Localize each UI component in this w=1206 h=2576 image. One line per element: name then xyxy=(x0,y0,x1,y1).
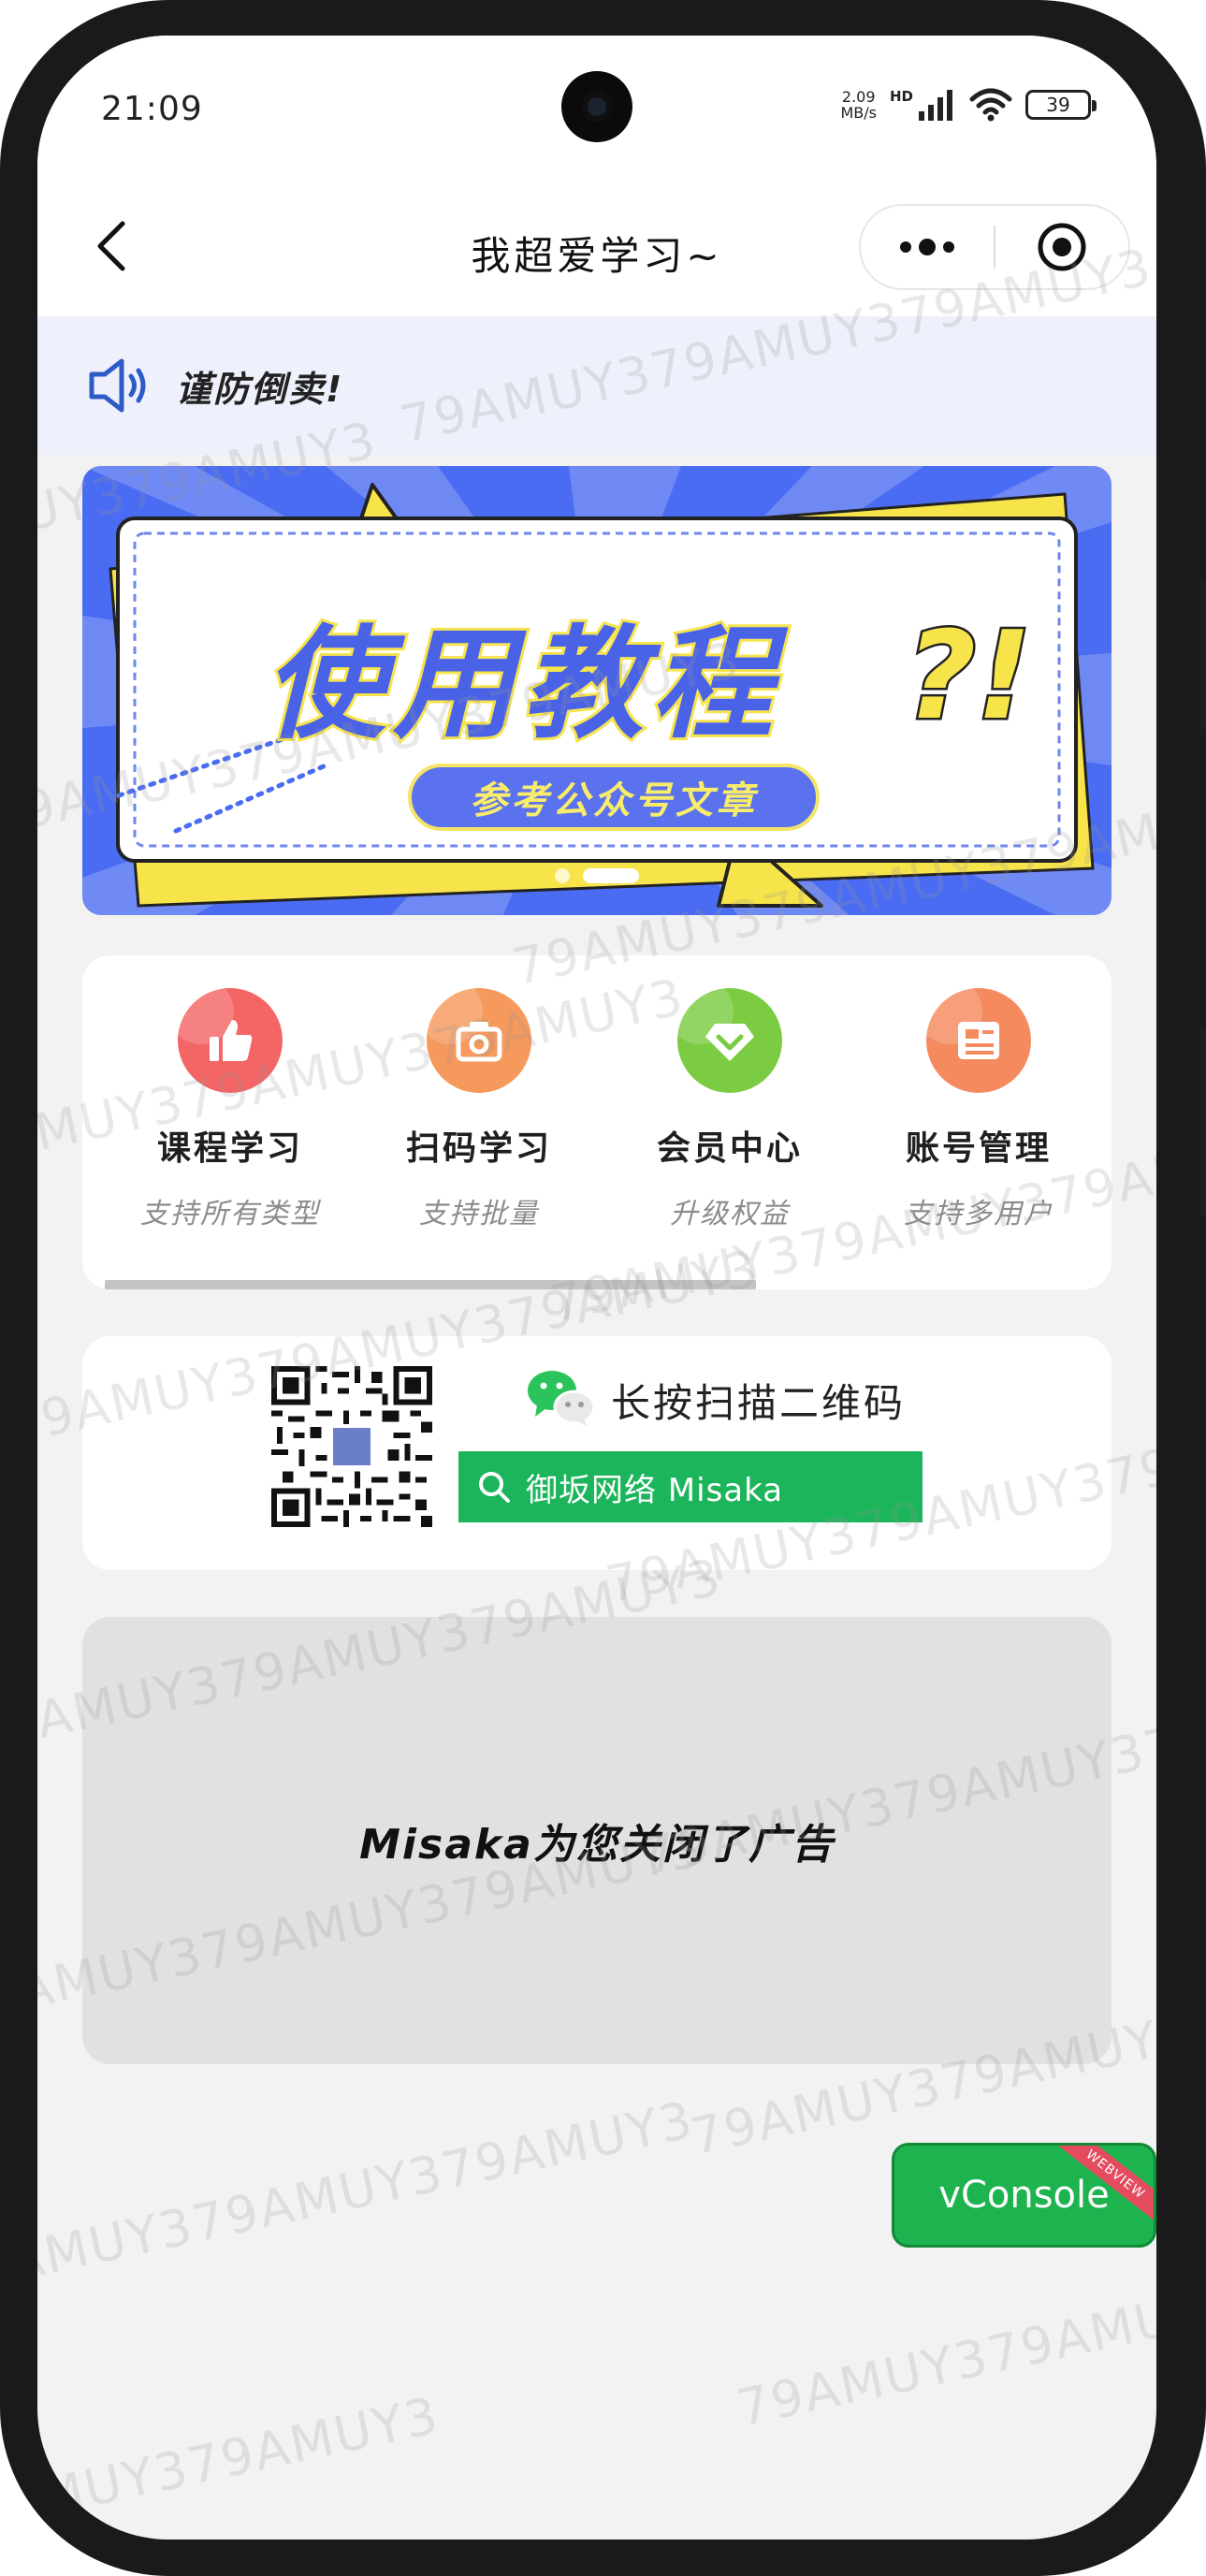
menu-label: 会员中心 xyxy=(656,1129,803,1168)
target-icon xyxy=(1038,223,1086,271)
menu-sub: 升级权益 xyxy=(670,1198,790,1230)
banner-subtitle: 参考公众号文章 xyxy=(408,764,820,831)
watermark: 79AMUY379AMUY379AMUY3 xyxy=(732,2220,1156,2438)
watermark: 79AMUY379AMUY379AMUY3 xyxy=(37,2089,699,2307)
menu-sub: 支持多用户 xyxy=(904,1198,1053,1230)
menu-label: 课程学习 xyxy=(156,1129,303,1168)
thumbs-up-icon xyxy=(178,988,283,1093)
net-speed: 2.09 MB/s xyxy=(840,89,877,121)
ad-closed-text: Misaka为您关闭了广告 xyxy=(359,1821,835,1869)
status-time: 21:09 xyxy=(101,90,203,128)
tutorial-banner[interactable]: 使用教程 ?! 参考公众号文章 xyxy=(82,466,1112,915)
notice-bar: 谨防倒卖! xyxy=(37,316,1156,455)
qr-avatar-image xyxy=(329,1424,374,1469)
close-mini-program-button[interactable] xyxy=(995,206,1128,288)
nav-bar: 我超爱学习~ xyxy=(37,176,1156,316)
camera-icon xyxy=(427,988,531,1093)
id-card-icon xyxy=(926,988,1031,1093)
screen: 21:09 2.09 MB/s HD 39 我超爱学习~ 谨防倒卖! 使用教程 … xyxy=(37,36,1156,2540)
status-bar: 21:09 2.09 MB/s HD 39 xyxy=(37,36,1156,176)
wechat-icon xyxy=(528,1371,595,1427)
vconsole-label: vConsole xyxy=(938,2174,1110,2217)
power-button xyxy=(1199,1029,1206,1216)
menu-item-account-management[interactable]: 账号管理 支持多用户 xyxy=(866,988,1091,1231)
search-icon xyxy=(479,1472,510,1503)
wifi-icon xyxy=(969,88,1012,122)
feature-menu: 课程学习 支持所有类型 扫码学习 支持批量 会员中心 升级权益 账号管理 支持多… xyxy=(82,955,1112,1289)
camera-lens xyxy=(582,92,612,122)
banner-pagination xyxy=(82,868,1112,883)
more-dots-icon xyxy=(900,239,954,255)
net-speed-value: 2.09 xyxy=(841,88,876,106)
menu-item-member-center[interactable]: 会员中心 升级权益 xyxy=(618,988,842,1231)
qr-title: 长按扫描二维码 xyxy=(611,1380,907,1426)
menu-item-scan-study[interactable]: 扫码学习 支持批量 xyxy=(367,988,591,1231)
battery-icon: 39 xyxy=(1025,90,1097,120)
menu-scroll-indicator[interactable] xyxy=(105,1280,756,1289)
vconsole-button[interactable]: vConsole WEBVIEW xyxy=(892,2143,1156,2248)
speaker-icon xyxy=(89,358,146,413)
menu-sub: 支持批量 xyxy=(419,1198,539,1230)
menu-label: 扫码学习 xyxy=(405,1129,552,1168)
battery-level: 39 xyxy=(1046,94,1070,116)
more-button[interactable] xyxy=(861,206,994,288)
status-icons: 2.09 MB/s HD 39 xyxy=(840,88,1097,122)
mini-program-capsule xyxy=(859,204,1130,290)
menu-label: 账号管理 xyxy=(905,1129,1052,1168)
net-speed-unit: MB/s xyxy=(840,104,877,122)
banner-dot-active[interactable] xyxy=(583,868,639,883)
ad-placeholder: Misaka为您关闭了广告 xyxy=(82,1617,1112,2064)
notice-text: 谨防倒卖! xyxy=(176,368,344,410)
qr-code[interactable] xyxy=(271,1366,432,1527)
watermark: AMUY379AMUY3 xyxy=(37,2385,444,2536)
front-camera xyxy=(561,71,632,142)
menu-item-course-study[interactable]: 课程学习 支持所有类型 xyxy=(118,988,342,1231)
menu-sub: 支持所有类型 xyxy=(140,1198,320,1230)
signal-icon xyxy=(919,90,952,121)
diamond-icon xyxy=(677,988,782,1093)
banner-dot[interactable] xyxy=(555,868,570,883)
banner-question-mark: ?! xyxy=(904,603,1035,750)
wechat-search-box[interactable]: 御坂网络 Misaka xyxy=(458,1451,923,1522)
qr-card: 长按扫描二维码 御坂网络 Misaka xyxy=(82,1336,1112,1570)
wechat-search-text: 御坂网络 Misaka xyxy=(526,1471,784,1509)
volume-button xyxy=(1199,580,1206,730)
phone-frame: 21:09 2.09 MB/s HD 39 我超爱学习~ 谨防倒卖! 使用教程 … xyxy=(0,0,1206,2576)
hd-label: HD xyxy=(889,88,913,105)
